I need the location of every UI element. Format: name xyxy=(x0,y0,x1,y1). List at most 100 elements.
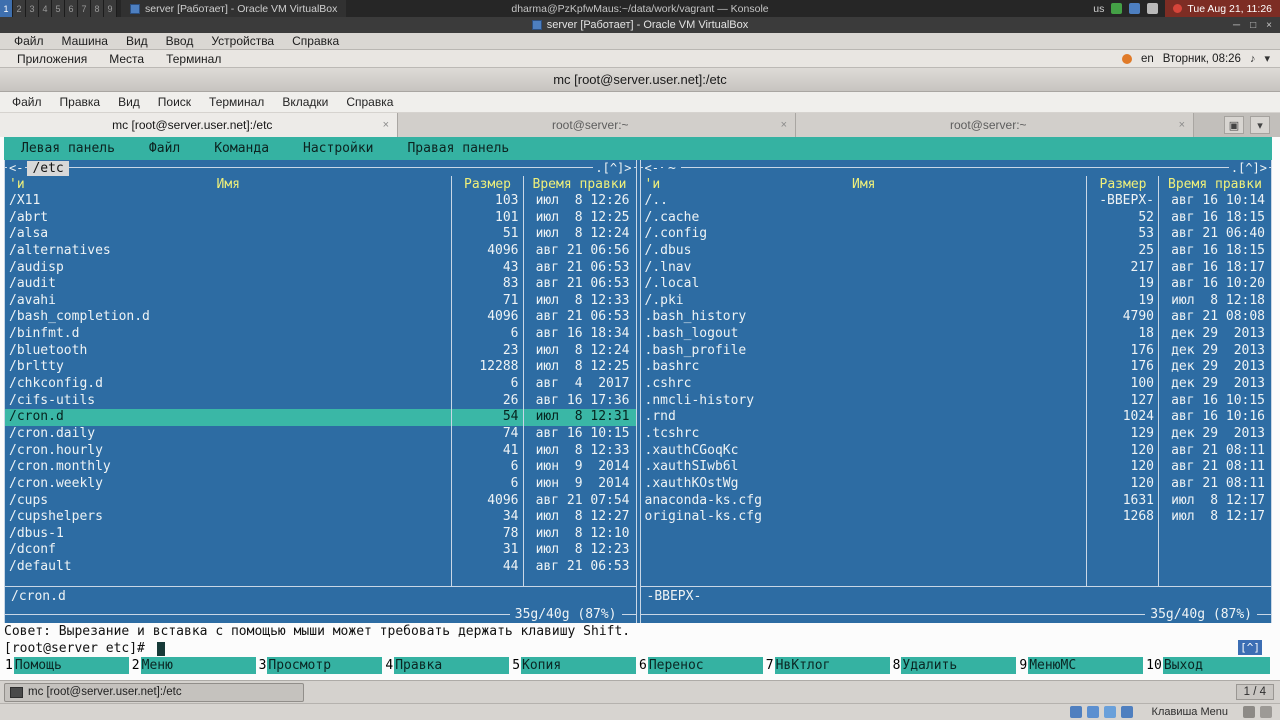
file-row[interactable]: /.lnav 217 авг 16 18:17 xyxy=(641,260,1272,277)
mc-menu-item[interactable]: Команда xyxy=(197,141,286,156)
file-row[interactable]: /dbus-1 78 июл 8 12:10 xyxy=(5,526,636,543)
guest-clock[interactable]: Вторник, 08:26 xyxy=(1163,53,1241,65)
network-icon[interactable] xyxy=(1111,3,1123,14)
file-row[interactable]: /X11 103 июл 8 12:26 xyxy=(5,193,636,210)
workspace-button[interactable]: 8 xyxy=(91,0,104,17)
tray-icon-updates[interactable] xyxy=(1120,706,1133,718)
file-row[interactable]: /.pki 19 июл 8 12:18 xyxy=(641,293,1272,310)
file-row[interactable]: /default 44 авг 21 06:53 xyxy=(5,559,636,576)
fn-key-button[interactable]: 2 Меню xyxy=(131,657,256,674)
close-icon[interactable]: × xyxy=(1266,20,1272,31)
file-row[interactable]: /cron.monthly 6 июн 9 2014 xyxy=(5,459,636,476)
terminal-menu-item[interactable]: Терминал xyxy=(201,95,272,109)
vbox-menu-item[interactable]: Устройства xyxy=(203,34,282,48)
file-row[interactable]: .bash_history 4790 авг 21 08:08 xyxy=(641,309,1272,326)
fn-key-button[interactable]: 5 Копия xyxy=(511,657,636,674)
file-row[interactable]: .bashrc 176 дек 29 2013 xyxy=(641,359,1272,376)
mc-menu-item[interactable]: Правая панель xyxy=(390,141,526,156)
file-row[interactable]: /abrt 101 июл 8 12:25 xyxy=(5,210,636,227)
panel-path[interactable]: ~ xyxy=(662,160,681,176)
fn-key-button[interactable]: 9 МенюМС xyxy=(1018,657,1144,674)
column-header-mtime[interactable]: Время правки xyxy=(1159,176,1271,193)
column-header-size[interactable]: Размер xyxy=(1087,176,1159,193)
new-tab-icon[interactable]: ▣ xyxy=(1224,116,1244,134)
file-row[interactable]: /bluetooth 23 июл 8 12:24 xyxy=(5,343,636,360)
user-status-icon[interactable] xyxy=(1121,53,1132,64)
tab-close-icon[interactable]: × xyxy=(1179,119,1185,131)
file-row[interactable]: /binfmt.d 6 авг 16 18:34 xyxy=(5,326,636,343)
mc-menu-item[interactable]: Левая панель xyxy=(4,141,132,156)
fn-key-button[interactable]: 7 НвКтлог xyxy=(765,657,890,674)
file-row[interactable]: /brltty 12288 июл 8 12:25 xyxy=(5,359,636,376)
file-row[interactable]: /cifs-utils 26 авг 16 17:36 xyxy=(5,393,636,410)
file-row[interactable]: /cron.weekly 6 июн 9 2014 xyxy=(5,476,636,493)
host-clock[interactable]: Tue Aug 21, 11:26 xyxy=(1165,0,1280,17)
file-row[interactable]: .bash_logout 18 дек 29 2013 xyxy=(641,326,1272,343)
minimize-icon[interactable]: ─ xyxy=(1233,20,1240,31)
fn-key-button[interactable]: 8 Удалить xyxy=(892,657,1017,674)
file-row[interactable]: /alternatives 4096 авг 21 06:56 xyxy=(5,243,636,260)
panel-history-icon[interactable]: .[^]> xyxy=(593,160,634,176)
panel-back-arrow[interactable]: <- xyxy=(642,160,661,176)
tray-icon-clipboard[interactable] xyxy=(1243,706,1255,718)
file-row[interactable]: /audit 83 авг 21 06:53 xyxy=(5,276,636,293)
column-header-name[interactable]: 'и Имя xyxy=(5,176,452,193)
fn-key-button[interactable]: 1 Помощь xyxy=(4,657,129,674)
file-row[interactable]: /cupshelpers 34 июл 8 12:27 xyxy=(5,509,636,526)
terminal-menu-item[interactable]: Правка xyxy=(52,95,109,109)
file-row[interactable]: /cups 4096 авг 21 07:54 xyxy=(5,493,636,510)
terminal-menu-item[interactable]: Вид xyxy=(110,95,148,109)
terminal-tab[interactable]: root@server:~ × xyxy=(398,113,796,137)
scroll-up-icon[interactable]: [^] xyxy=(1238,640,1262,655)
clipboard-icon[interactable] xyxy=(1129,3,1141,14)
terminal-menu-item[interactable]: Вкладки xyxy=(274,95,336,109)
fn-key-button[interactable]: 10 Выход xyxy=(1145,657,1270,674)
terminal-menu-item[interactable]: Поиск xyxy=(150,95,199,109)
mc-menu-item[interactable]: Файл xyxy=(132,141,197,156)
fn-key-button[interactable]: 3 Просмотр xyxy=(258,657,383,674)
file-row[interactable]: /.. -ВВЕРХ-авг 16 10:14 xyxy=(641,193,1272,210)
file-row[interactable]: /audisp 43 авг 21 06:53 xyxy=(5,260,636,277)
mc-menu-item[interactable]: Настройки xyxy=(286,141,390,156)
file-row[interactable]: original-ks.cfg 1268 июл 8 12:17 xyxy=(641,509,1272,526)
terminal-tab[interactable]: mc [root@server.user.net]:/etc × xyxy=(0,113,398,137)
tray-icon-network[interactable] xyxy=(1069,706,1082,718)
terminal-menu-item[interactable]: Справка xyxy=(338,95,401,109)
workspace-button[interactable]: 1 xyxy=(0,0,13,17)
file-row[interactable]: /chkconfig.d 6 авг 4 2017 xyxy=(5,376,636,393)
workspace-button[interactable]: 2 xyxy=(13,0,26,17)
column-header-size[interactable]: Размер xyxy=(452,176,524,193)
vbox-menu-item[interactable]: Вид xyxy=(118,34,156,48)
host-taskbar-item[interactable]: server [Работает] - Oracle VM VirtualBox xyxy=(121,0,347,17)
workspace-switcher[interactable]: 1 / 4 xyxy=(1235,684,1274,700)
file-row[interactable]: .bash_profile 176 дек 29 2013 xyxy=(641,343,1272,360)
file-row[interactable]: /.config 53 авг 21 06:40 xyxy=(641,226,1272,243)
file-row[interactable]: .xauthKOstWg 120 авг 21 08:11 xyxy=(641,476,1272,493)
guest-menu-item[interactable]: Терминал xyxy=(157,52,230,66)
volume-icon[interactable]: ♪ xyxy=(1250,53,1256,65)
vbox-menu-item[interactable]: Файл xyxy=(6,34,52,48)
file-row[interactable]: .cshrc 100 дек 29 2013 xyxy=(641,376,1272,393)
maximize-icon[interactable]: □ xyxy=(1250,20,1256,31)
file-row[interactable]: /.cache 52 авг 16 18:15 xyxy=(641,210,1272,227)
workspace-button[interactable]: 3 xyxy=(26,0,39,17)
panel-history-icon[interactable]: .[^]> xyxy=(1228,160,1269,176)
file-row[interactable]: .xauthSIwb6l 120 авг 21 08:11 xyxy=(641,459,1272,476)
file-row[interactable]: /bash_completion.d 4096 авг 21 06:53 xyxy=(5,309,636,326)
file-row[interactable]: /alsa 51 июл 8 12:24 xyxy=(5,226,636,243)
file-row[interactable]: /dconf 31 июл 8 12:23 xyxy=(5,542,636,559)
tab-close-icon[interactable]: × xyxy=(781,119,787,131)
vbox-menu-item[interactable]: Машина xyxy=(54,34,116,48)
tray-icon-settings[interactable] xyxy=(1260,706,1272,718)
workspace-button[interactable]: 9 xyxy=(104,0,117,17)
tab-list-dropdown-icon[interactable]: ▾ xyxy=(1250,116,1270,134)
taskbar-window-button[interactable]: mc [root@server.user.net]:/etc xyxy=(4,682,304,702)
mc-command-line[interactable]: [root@server etc]# [^] xyxy=(4,640,1272,657)
panel-path[interactable]: /etc xyxy=(27,160,69,176)
guest-menu-item[interactable]: Места xyxy=(100,52,153,66)
vbox-menu-item[interactable]: Справка xyxy=(284,34,347,48)
file-row[interactable]: .rnd 1024 авг 16 10:16 xyxy=(641,409,1272,426)
fn-key-button[interactable]: 4 Правка xyxy=(384,657,510,674)
terminal-tab[interactable]: root@server:~ × xyxy=(796,113,1194,137)
file-row[interactable]: /cron.daily 74 авг 16 10:15 xyxy=(5,426,636,443)
